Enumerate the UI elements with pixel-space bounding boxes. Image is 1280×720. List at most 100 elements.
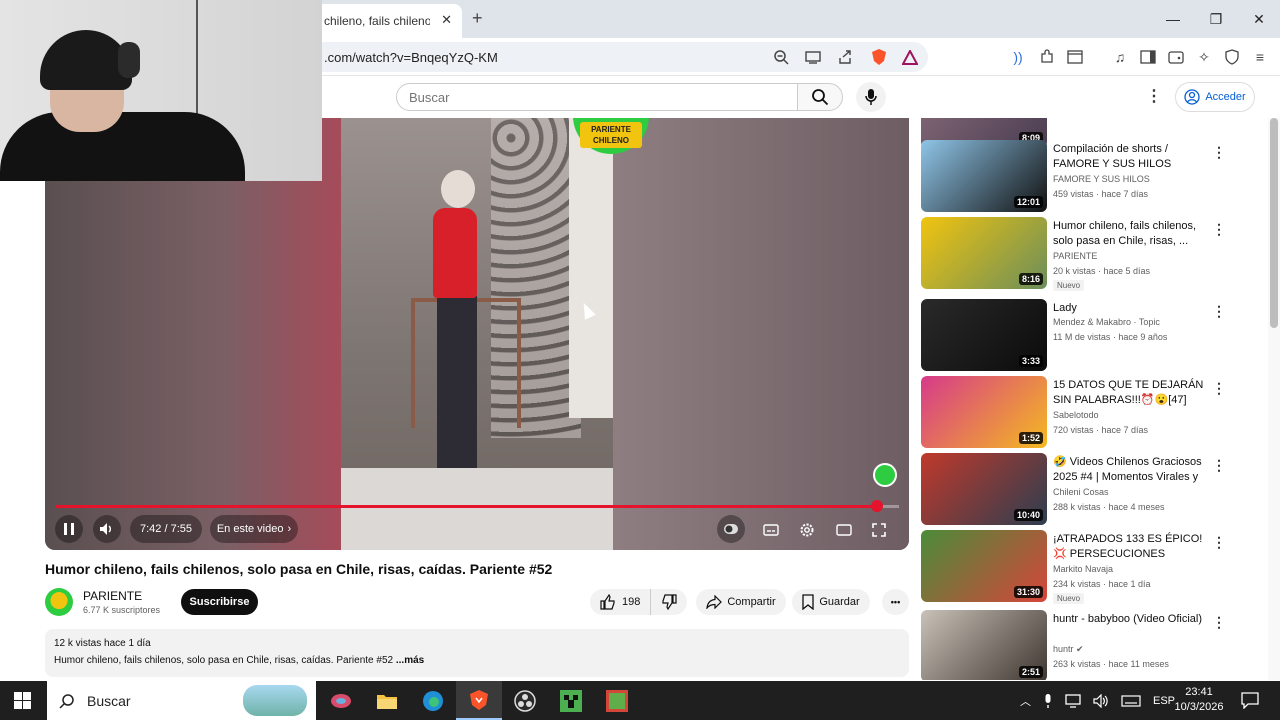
- microphone-icon[interactable]: [1043, 693, 1053, 709]
- recommended-video-title[interactable]: Compilación de shorts / FAMORE Y SUS HIL…: [1053, 142, 1208, 172]
- search-input[interactable]: [409, 89, 779, 105]
- vpn-icon[interactable]: [1221, 46, 1243, 68]
- recommended-channel-name[interactable]: Chileni Cosas: [1053, 487, 1109, 497]
- search-button[interactable]: [797, 83, 843, 111]
- video-menu-icon[interactable]: ⋮: [1212, 614, 1226, 631]
- taskbar-app-game[interactable]: [594, 681, 640, 720]
- maximize-button[interactable]: ❐: [1201, 8, 1231, 30]
- recommended-channel-name[interactable]: PARIENTE: [1053, 251, 1097, 261]
- channel-name[interactable]: PARIENTE: [83, 589, 142, 603]
- recommended-video[interactable]: 31:30 ¡ATRAPADOS 133 ES ÉPICO! 💢 PERSECUC…: [921, 530, 1231, 604]
- extensions-icon[interactable]: [1036, 46, 1058, 68]
- video-thumbnail[interactable]: 12:01: [921, 140, 1047, 212]
- settings-button[interactable]: [796, 519, 818, 541]
- recommended-video[interactable]: 3:33 Lady Mendez & Makabro · Topic 11 M de …: [921, 299, 1231, 373]
- subtitles-button[interactable]: [760, 519, 782, 541]
- recommended-video[interactable]: 8:16 Humor chileno, fails chilenos, solo …: [921, 217, 1231, 291]
- video-thumbnail[interactable]: 3:33: [921, 299, 1047, 371]
- obs-button[interactable]: [502, 681, 548, 720]
- recommended-video-title[interactable]: ¡ATRAPADOS 133 ES ÉPICO! 💢 PERSECUCIONES…: [1053, 532, 1208, 562]
- video-thumbnail[interactable]: 10:40: [921, 453, 1047, 525]
- progress-bar[interactable]: [55, 500, 899, 512]
- share-button[interactable]: Compartir: [696, 589, 786, 615]
- zoom-out-icon[interactable]: [770, 46, 792, 68]
- new-tab-button[interactable]: +: [472, 8, 483, 28]
- browser-tab[interactable]: chileno, fails chilenos, ✕: [300, 4, 462, 38]
- file-explorer-button[interactable]: [364, 681, 410, 720]
- recommended-video[interactable]: 12:01 Compilación de shorts / FAMORE Y SU…: [921, 140, 1231, 214]
- reader-mode-icon[interactable]: [1064, 46, 1086, 68]
- video-thumbnail[interactable]: 8:16: [921, 217, 1047, 289]
- channel-branding-icon[interactable]: [873, 463, 897, 487]
- recommended-channel-name[interactable]: Markito Navaja: [1053, 564, 1113, 574]
- video-thumbnail[interactable]: 2:51: [921, 610, 1047, 680]
- progress-scrubber[interactable]: [871, 500, 884, 512]
- scrollbar-thumb[interactable]: [1270, 118, 1278, 328]
- sign-in-button[interactable]: Acceder: [1175, 82, 1255, 112]
- windows-start-button[interactable]: [14, 692, 31, 709]
- subscribe-button[interactable]: Suscribirse: [181, 589, 258, 615]
- in-this-video-button[interactable]: En este video ›: [210, 515, 298, 543]
- settings-menu-icon[interactable]: ⋮: [1146, 86, 1162, 106]
- recommended-video-title[interactable]: Lady: [1053, 301, 1208, 316]
- video-player[interactable]: PARIENTE CHILENO 7:42 / 7:55 En este vid…: [45, 118, 909, 550]
- edge-button[interactable]: [410, 681, 456, 720]
- pause-button[interactable]: [55, 515, 83, 543]
- speaker-icon[interactable]: [1093, 693, 1109, 708]
- video-thumbnail[interactable]: 31:30: [921, 530, 1047, 602]
- wallet-icon[interactable]: [1165, 46, 1187, 68]
- show-more-link[interactable]: ...más: [396, 655, 424, 666]
- brave-button[interactable]: [456, 681, 502, 720]
- theater-mode-button[interactable]: [833, 519, 855, 541]
- autoplay-toggle[interactable]: [717, 515, 745, 543]
- recommended-video-title[interactable]: huntr - babyboo (Video Oficial): [1053, 612, 1208, 627]
- notification-icon[interactable]: [1241, 692, 1259, 709]
- share-page-icon[interactable]: [834, 46, 856, 68]
- volume-button[interactable]: [93, 515, 121, 543]
- recommended-video[interactable]: 10:40 🤣 Videos Chilenos Graciosos 2025 #4…: [921, 453, 1231, 527]
- network-icon[interactable]: [1065, 693, 1081, 708]
- close-window-button[interactable]: ✕: [1244, 8, 1274, 30]
- keyboard-icon[interactable]: [1121, 694, 1141, 707]
- minimize-button[interactable]: —: [1158, 8, 1188, 30]
- cast-icon[interactable]: [802, 46, 824, 68]
- video-thumbnail[interactable]: 1:52: [921, 376, 1047, 448]
- brave-shield-icon[interactable]: [868, 46, 890, 68]
- description-box[interactable]: 12 k vistas hace 1 día Humor chileno, fa…: [45, 629, 909, 677]
- video-menu-icon[interactable]: ⋮: [1212, 221, 1226, 238]
- minecraft-button[interactable]: [548, 681, 594, 720]
- video-menu-icon[interactable]: ⋮: [1212, 534, 1226, 551]
- page-scrollbar[interactable]: [1268, 118, 1280, 680]
- media-icon[interactable]: ♫: [1109, 46, 1131, 68]
- recommended-video-title[interactable]: 🤣 Videos Chilenos Graciosos 2025 #4 | Mo…: [1053, 455, 1208, 485]
- taskbar-search[interactable]: Buscar: [47, 681, 316, 720]
- recommended-channel-name[interactable]: huntr ✔: [1053, 644, 1084, 655]
- dislike-button[interactable]: [651, 589, 687, 615]
- video-menu-icon[interactable]: ⋮: [1212, 144, 1226, 161]
- recommended-channel-name[interactable]: FAMORE Y SUS HILOS: [1053, 174, 1150, 184]
- more-actions-button[interactable]: •••: [882, 589, 909, 615]
- recommended-channel-name[interactable]: Mendez & Makabro · Topic: [1053, 317, 1160, 327]
- taskbar-clock[interactable]: 23:41 10/3/2026: [1164, 685, 1234, 715]
- recommended-video[interactable]: 1:52 15 DATOS QUE TE DEJARÁN SIN PALABRAS…: [921, 376, 1231, 450]
- video-menu-icon[interactable]: ⋮: [1212, 380, 1226, 397]
- sidebar-icon[interactable]: [1137, 46, 1159, 68]
- video-menu-icon[interactable]: ⋮: [1212, 303, 1226, 320]
- recommended-channel-name[interactable]: Sabelotodo: [1053, 410, 1099, 420]
- tab-close-icon[interactable]: ✕: [441, 12, 452, 28]
- audio-wave-icon[interactable]: )): [1007, 46, 1029, 68]
- like-button[interactable]: 198: [590, 589, 652, 615]
- brave-rewards-icon[interactable]: [899, 46, 921, 68]
- taskbar-app-1[interactable]: [318, 681, 364, 720]
- save-button[interactable]: Guardar: [792, 589, 870, 615]
- recommended-video[interactable]: 2:51 huntr - babyboo (Video Oficial) huntr…: [921, 610, 1231, 680]
- recommended-video-title[interactable]: Humor chileno, fails chilenos, solo pasa…: [1053, 219, 1208, 249]
- recommended-video-title[interactable]: 15 DATOS QUE TE DEJARÁN SIN PALABRAS!!!⏰…: [1053, 378, 1208, 408]
- voice-search-button[interactable]: [856, 82, 886, 112]
- leo-ai-icon[interactable]: ✧: [1193, 46, 1215, 68]
- channel-avatar[interactable]: [45, 588, 73, 616]
- tray-overflow-icon[interactable]: ︿: [1020, 693, 1031, 709]
- browser-menu-icon[interactable]: ≡: [1249, 46, 1271, 68]
- video-menu-icon[interactable]: ⋮: [1212, 457, 1226, 474]
- fullscreen-button[interactable]: [868, 519, 890, 541]
